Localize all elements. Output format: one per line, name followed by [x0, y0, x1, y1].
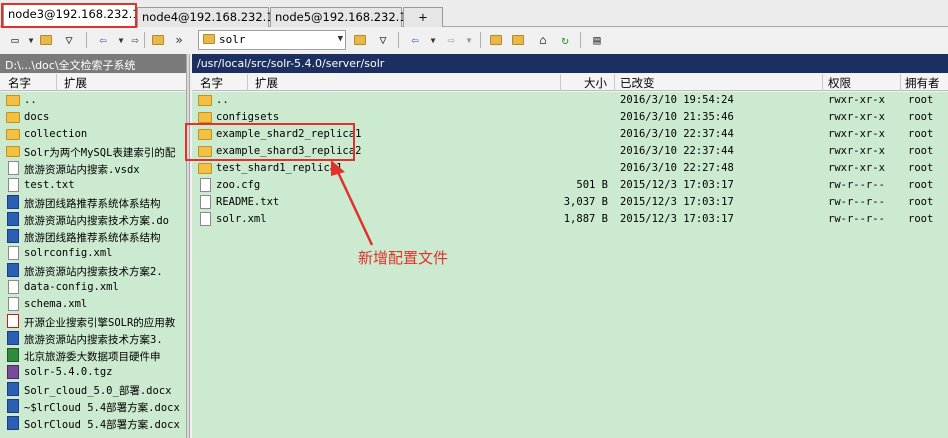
- annotation-arrow-icon: [331, 160, 374, 246]
- annotation-label: 新增配置文件: [358, 249, 449, 267]
